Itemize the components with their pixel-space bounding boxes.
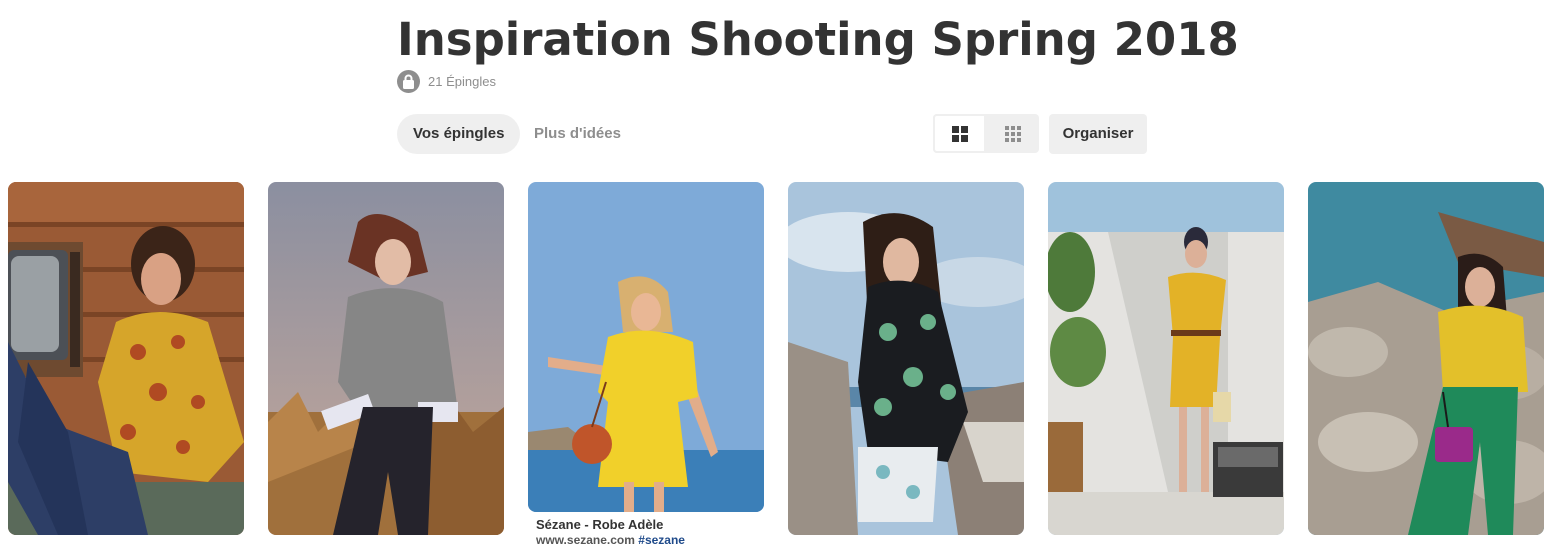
board-meta: 21 Épingles — [397, 70, 496, 93]
compact-grid-view-button[interactable] — [986, 114, 1039, 153]
pin-description: www.sezane.com #sezane — [528, 533, 764, 547]
pin-image[interactable] — [1308, 182, 1544, 535]
pin-image[interactable] — [1048, 182, 1284, 535]
board-title: Inspiration Shooting Spring 2018 — [397, 13, 1239, 66]
large-grid-icon — [951, 125, 968, 142]
pin-card[interactable] — [1048, 182, 1284, 535]
lock-icon — [397, 70, 420, 93]
pin-image[interactable] — [528, 182, 764, 512]
pin-image[interactable] — [8, 182, 244, 535]
pin-count: 21 Épingles — [428, 74, 496, 89]
compact-grid-icon — [1004, 125, 1021, 142]
view-toggle — [933, 114, 1039, 153]
pin-card[interactable] — [8, 182, 244, 535]
pin-source[interactable]: www.sezane.com — [536, 533, 638, 547]
pin-card[interactable] — [268, 182, 504, 535]
pin-card[interactable] — [1308, 182, 1544, 535]
pin-image[interactable] — [268, 182, 504, 535]
tab-more-ideas[interactable]: Plus d'idées — [518, 114, 637, 154]
pin-card[interactable] — [788, 182, 1024, 535]
tab-your-pins[interactable]: Vos épingles — [397, 114, 521, 154]
organize-button[interactable]: Organiser — [1049, 114, 1147, 154]
pin-caption[interactable]: Sézane - Robe Adèle — [528, 517, 764, 533]
pin-hashtag[interactable]: #sezane — [638, 533, 685, 547]
pin-card[interactable]: Sézane - Robe Adèle www.sezane.com #seza… — [528, 182, 764, 547]
pin-image[interactable] — [788, 182, 1024, 535]
large-grid-view-button[interactable] — [933, 114, 986, 153]
